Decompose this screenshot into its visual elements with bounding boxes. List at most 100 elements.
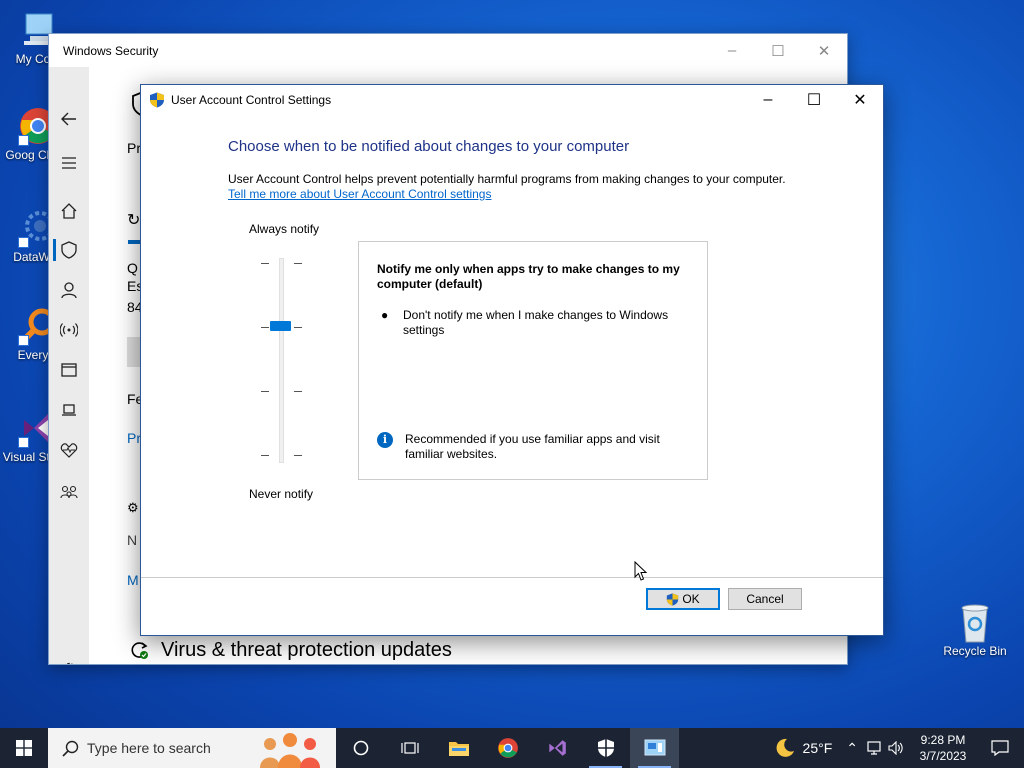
- slider-tick: [261, 455, 269, 456]
- refresh-fragment-icon: ↻: [127, 212, 141, 229]
- taskbar-file-explorer[interactable]: [434, 728, 483, 768]
- slider-thumb[interactable]: [270, 321, 291, 331]
- cancel-button[interactable]: Cancel: [728, 588, 802, 610]
- taskbar: Type here to search 25°F ⌃ 9:28 PM 3/7/2…: [0, 728, 1024, 768]
- clock[interactable]: 9:28 PM 3/7/2023: [910, 732, 976, 764]
- hamburger-icon: [62, 157, 76, 169]
- level-bullet-text: Don't notify me when I make changes to W…: [403, 308, 669, 337]
- fragment-n: N: [127, 532, 138, 548]
- slider-track[interactable]: [279, 258, 284, 463]
- window-title: Windows Security: [63, 43, 159, 58]
- shortcut-arrow-icon: [18, 437, 29, 448]
- sidebar-item-settings[interactable]: [49, 654, 89, 664]
- level-bullet: ● Don't notify me when I make changes to…: [381, 308, 681, 338]
- cortana-button[interactable]: [336, 728, 385, 768]
- uac-settings-dialog[interactable]: User Account Control Settings – ☐ ✕ Choo…: [140, 84, 884, 636]
- chrome-icon: [497, 738, 518, 758]
- task-view-icon: [400, 742, 419, 754]
- network-icon[interactable]: [866, 741, 882, 755]
- chevron-up-icon[interactable]: ⌃: [846, 740, 858, 757]
- taskbar-visual-studio[interactable]: [532, 728, 581, 768]
- sidebar-item-device-security[interactable]: [49, 394, 89, 426]
- volume-icon[interactable]: [888, 741, 904, 755]
- visual-studio-icon: [548, 740, 566, 756]
- notifications-button[interactable]: [976, 728, 1024, 768]
- slider-tick: [294, 391, 302, 392]
- taskbar-chrome[interactable]: [483, 728, 532, 768]
- ok-label: OK: [682, 592, 700, 606]
- minimize-button[interactable]: –: [709, 34, 755, 67]
- learn-more-link[interactable]: Tell me more about User Account Control …: [228, 187, 491, 201]
- virus-updates-heading: Virus & threat protection updates: [161, 639, 452, 661]
- ok-button[interactable]: OK: [646, 588, 720, 610]
- search-icon: [62, 740, 79, 757]
- search-placeholder: Type here to search: [87, 740, 211, 756]
- windows-security-sidebar: [49, 67, 89, 664]
- sidebar-item-home[interactable]: [49, 195, 89, 227]
- recommendation-text: Recommended if you use familiar apps and…: [405, 432, 660, 461]
- slider-tick: [261, 263, 269, 264]
- progress-fragment: [128, 240, 140, 244]
- refresh-check-icon: [131, 642, 148, 659]
- person-icon: [61, 282, 77, 299]
- close-button[interactable]: ✕: [801, 34, 847, 67]
- sidebar-item-firewall[interactable]: [49, 314, 89, 346]
- clock-time: 9:28 PM: [920, 733, 966, 747]
- slider-tick: [261, 327, 269, 328]
- sidebar-item-device-health[interactable]: [49, 434, 89, 466]
- slider-tick: [294, 327, 302, 328]
- windows-security-titlebar[interactable]: Windows Security – ☐ ✕: [49, 34, 847, 67]
- sidebar-item-app-browser[interactable]: [49, 354, 89, 386]
- task-view-button[interactable]: [385, 728, 434, 768]
- sidebar-item-virus-protection[interactable]: [49, 234, 89, 266]
- button-fragment[interactable]: [127, 337, 141, 367]
- slider-tick: [261, 391, 269, 392]
- recommendation: i Recommended if you use familiar apps a…: [377, 432, 697, 462]
- uac-titlebar[interactable]: User Account Control Settings – ☐ ✕: [141, 85, 883, 115]
- uac-close-button[interactable]: ✕: [837, 85, 883, 115]
- uac-shield-icon: [150, 92, 164, 108]
- fragment-pr: Pr: [127, 140, 141, 156]
- info-icon: i: [377, 432, 393, 448]
- desktop-icon-recycle-bin[interactable]: Recycle Bin: [937, 602, 1013, 659]
- notification-icon: [991, 740, 1009, 756]
- windows-logo-icon: [16, 740, 32, 756]
- sidebar-item-account[interactable]: [49, 274, 89, 306]
- fragment-pr-link[interactable]: Pr: [127, 430, 141, 446]
- moon-weather-icon: [776, 738, 794, 757]
- hamburger-menu-button[interactable]: [49, 147, 89, 179]
- home-icon: [61, 203, 77, 219]
- clock-date: 3/7/2023: [919, 749, 967, 763]
- back-button[interactable]: [49, 103, 89, 135]
- shortcut-arrow-icon: [18, 335, 29, 346]
- browser-window-icon: [61, 363, 77, 377]
- bullet-icon: ●: [381, 308, 389, 322]
- search-box[interactable]: Type here to search: [48, 728, 336, 768]
- slider-label-never-notify: Never notify: [249, 487, 314, 501]
- sidebar-item-family[interactable]: [49, 476, 89, 508]
- taskbar-windows-security[interactable]: [581, 728, 630, 768]
- folder-icon: [448, 742, 469, 756]
- shortcut-arrow-icon: [18, 135, 29, 146]
- network-icon: [60, 323, 78, 337]
- uac-shield-icon: [667, 592, 679, 606]
- recycle-bin-icon: [955, 602, 995, 643]
- gear-icon: [65, 662, 73, 664]
- back-arrow-icon: [61, 112, 76, 126]
- shield-icon: [597, 739, 614, 757]
- uac-minimize-button[interactable]: –: [745, 85, 791, 115]
- fragment-m-link[interactable]: M: [127, 572, 139, 588]
- uac-maximize-button[interactable]: ☐: [791, 85, 837, 115]
- slider-tick: [294, 455, 302, 456]
- cancel-label: Cancel: [746, 592, 784, 606]
- weather-temperature[interactable]: 25°F: [803, 740, 833, 756]
- slider-tick: [294, 263, 302, 264]
- start-button[interactable]: [0, 728, 48, 768]
- taskbar-uac-settings[interactable]: [630, 728, 679, 768]
- gear-fragment-icon: ⚙: [127, 500, 139, 515]
- uac-title: User Account Control Settings: [171, 93, 332, 107]
- uac-description: User Account Control helps prevent poten…: [228, 172, 786, 186]
- maximize-button[interactable]: ☐: [755, 34, 801, 67]
- shield-icon: [61, 241, 77, 259]
- search-highlight-people-icon: [260, 733, 320, 768]
